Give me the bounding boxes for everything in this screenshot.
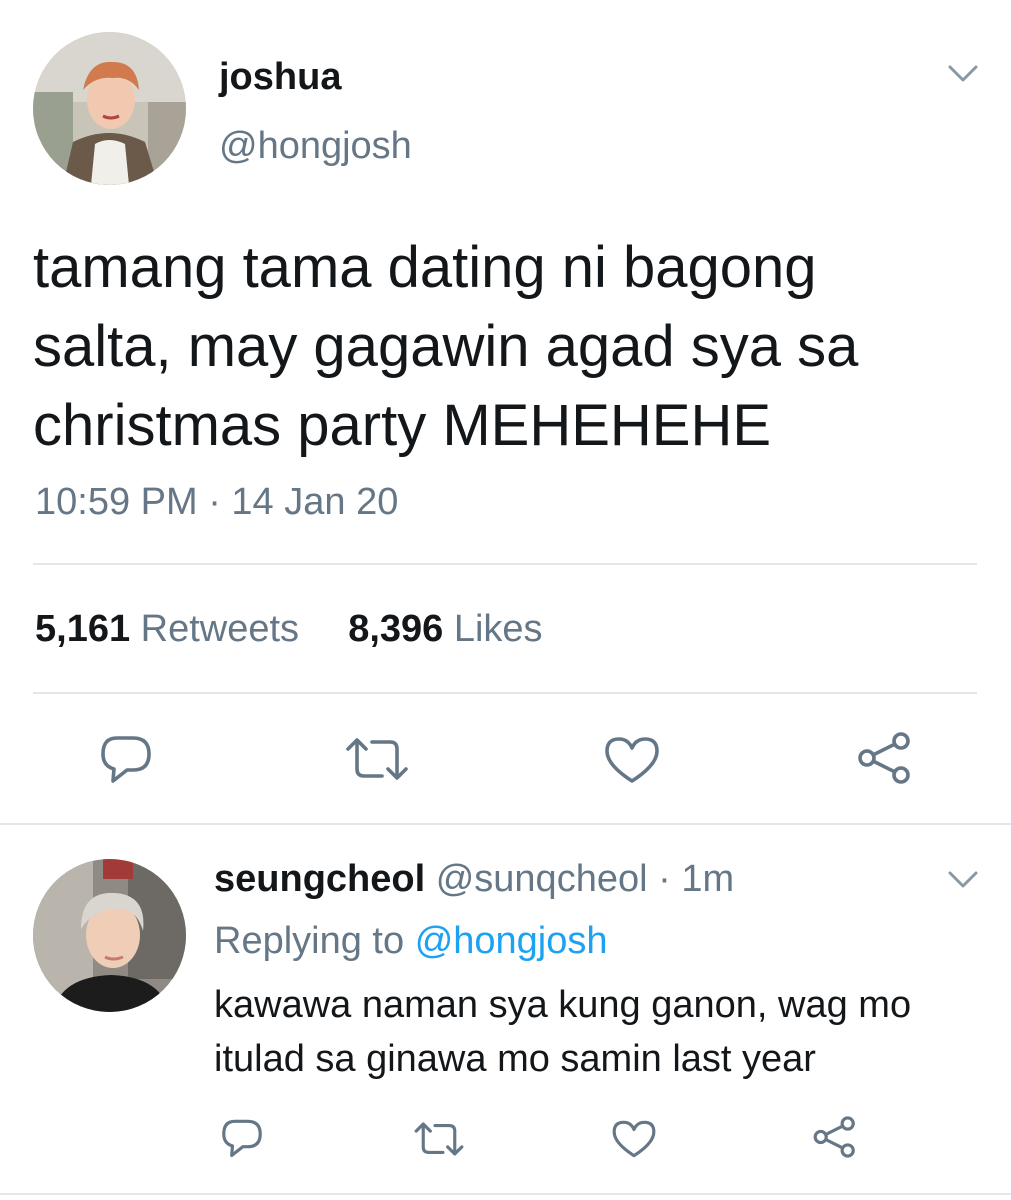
chevron-down-icon[interactable] — [945, 62, 981, 86]
reply-text-line: kawawa naman sya kung ganon, wag mo — [214, 984, 912, 1026]
divider — [0, 823, 1011, 825]
reply-time[interactable]: · 1m — [658, 858, 734, 900]
tweet-text: tamang tama dating ni bagong salta, may … — [33, 228, 983, 465]
tweet-timestamp[interactable]: 10:59 PM · 14 Jan 20 — [35, 483, 398, 521]
retweet-icon[interactable] — [413, 1120, 465, 1158]
chevron-down-icon[interactable] — [945, 868, 981, 892]
author-name[interactable]: joshua — [219, 58, 341, 96]
reply-icon[interactable] — [97, 733, 155, 785]
likes-count[interactable]: 8,396 — [348, 608, 443, 650]
like-icon[interactable] — [603, 735, 661, 785]
reply-header: seungcheol @sunqcheol · 1m — [214, 860, 734, 898]
replying-to-mention[interactable]: @hongjosh — [415, 920, 608, 962]
author-handle[interactable]: @hongjosh — [219, 127, 412, 165]
author-avatar-image — [33, 32, 186, 185]
like-icon[interactable] — [611, 1119, 657, 1159]
reply-text-line: itulad sa ginawa mo samin last year — [214, 1038, 816, 1080]
likes-label[interactable]: Likes — [454, 608, 543, 650]
retweets-label[interactable]: Retweets — [141, 608, 299, 650]
retweets-count[interactable]: 5,161 — [35, 608, 130, 650]
reply-author-name[interactable]: seungcheol — [214, 858, 425, 900]
reply-icon[interactable] — [219, 1117, 265, 1159]
reply-author-avatar[interactable] — [33, 859, 186, 1012]
reply-author-avatar-image — [33, 859, 186, 1012]
reply-author-handle[interactable]: @sunqcheol — [436, 858, 648, 900]
divider — [33, 692, 977, 694]
share-icon[interactable] — [812, 1116, 858, 1158]
divider — [0, 1193, 1011, 1195]
retweet-icon[interactable] — [344, 735, 410, 783]
tweet-stats: 5,161 Retweets 8,396 Likes — [35, 610, 543, 648]
replying-to-prefix: Replying to — [214, 920, 405, 962]
author-avatar[interactable] — [33, 32, 186, 185]
tweet-text-line: christmas party MEHEHEHE — [33, 393, 772, 458]
divider — [33, 563, 977, 565]
share-icon[interactable] — [856, 732, 914, 784]
tweet-text-line: tamang tama dating ni bagong — [33, 235, 817, 300]
tweet-text-line: salta, may gagawin agad sya sa — [33, 314, 859, 379]
replying-to: Replying to @hongjosh — [214, 922, 608, 960]
reply-text: kawawa naman sya kung ganon, wag mo itul… — [214, 978, 994, 1086]
